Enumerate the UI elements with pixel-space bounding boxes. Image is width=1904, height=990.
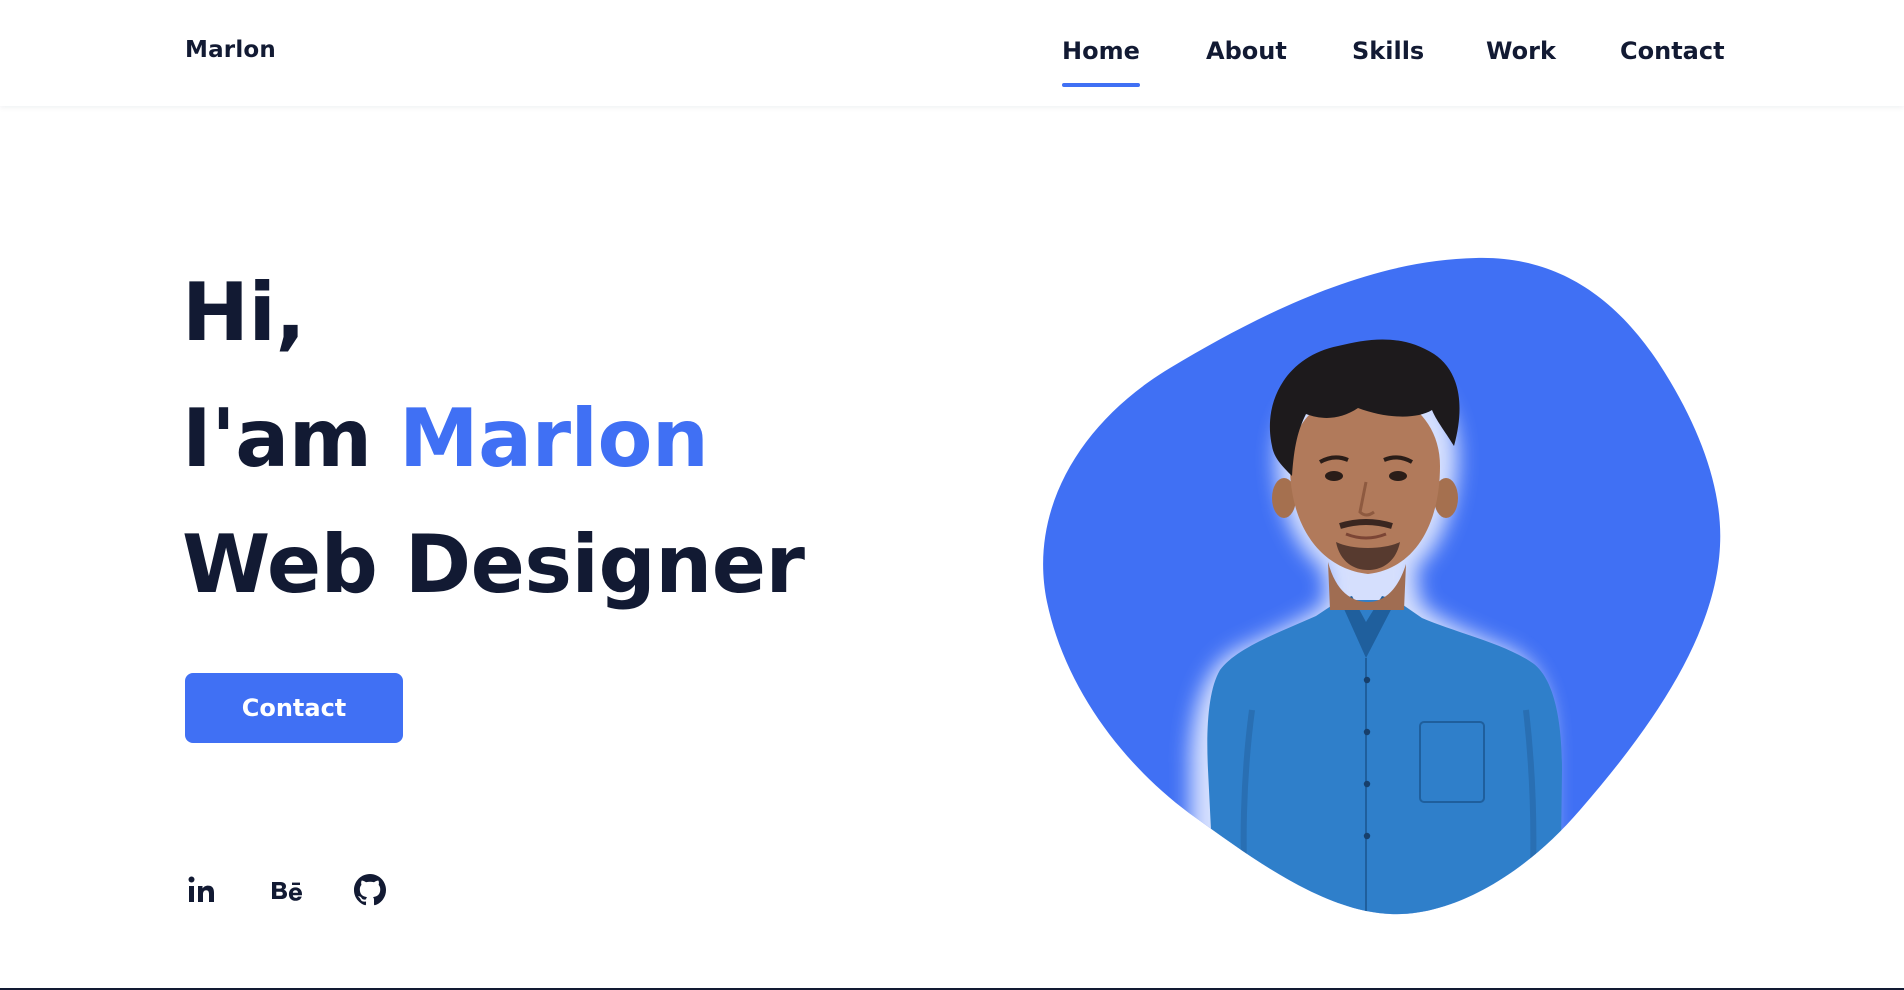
hero-role: Web Designer [182,518,805,611]
social-links [185,868,405,912]
linkedin-link[interactable] [185,868,219,912]
behance-icon [272,882,302,901]
behance-link[interactable] [267,868,311,912]
hero-greeting: Hi, [182,266,306,359]
nav-skills[interactable]: Skills [1352,37,1424,65]
nav-work[interactable]: Work [1486,37,1556,65]
site-header: Marlon Home About Skills Work Contact [0,0,1904,106]
hero-intro-prefix: I'am [182,392,372,485]
hero-name: Marlon [398,392,709,485]
hero-portrait [1040,250,1730,920]
linkedin-icon [188,876,214,902]
nav-home[interactable]: Home [1062,37,1140,87]
nav-contact[interactable]: Contact [1620,37,1725,65]
portrait-blob [1043,257,1721,915]
hero-intro: I'am Marlon [182,376,942,502]
github-icon [354,874,386,906]
main-nav: Home About Skills Work Contact [1000,37,1725,87]
nav-about[interactable]: About [1206,37,1287,65]
site-logo[interactable]: Marlon [185,37,276,63]
github-link[interactable] [353,868,387,912]
hero-heading: Hi, I'am Marlon Web Designer [182,250,942,628]
contact-button[interactable]: Contact [185,673,403,743]
